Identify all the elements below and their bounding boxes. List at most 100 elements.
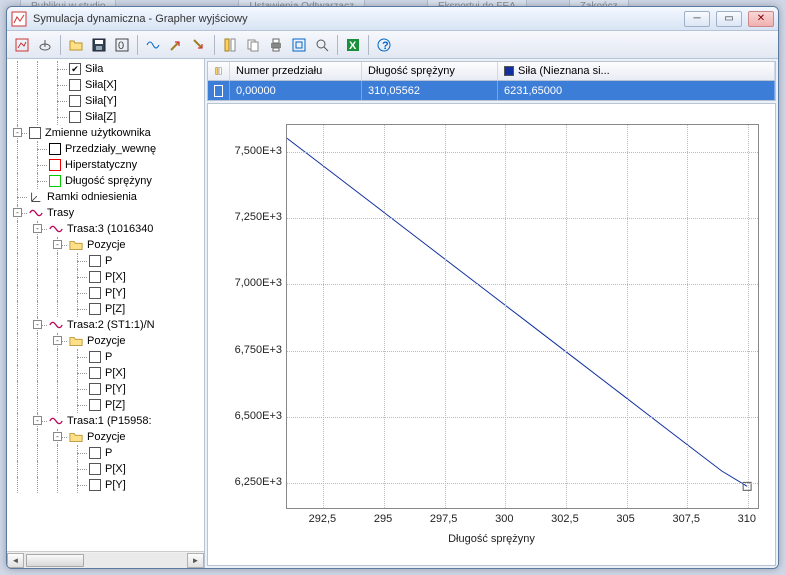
- tree-item[interactable]: P: [9, 349, 202, 365]
- tree-checkbox[interactable]: [89, 287, 101, 299]
- zoom-button[interactable]: [311, 34, 333, 56]
- column-header-3-label: Siła (Nieznana si...: [518, 65, 610, 77]
- scroll-track[interactable]: [24, 553, 187, 568]
- column-header-2[interactable]: Długość sprężyny: [362, 62, 498, 80]
- arrow-out-button[interactable]: [165, 34, 187, 56]
- column-header-3[interactable]: Siła (Nieznana si...: [498, 62, 775, 80]
- tree-expander[interactable]: -: [13, 128, 22, 137]
- y-tick-label: 7,250E+3: [222, 211, 282, 223]
- close-button[interactable]: ✕: [748, 11, 774, 27]
- wave-button[interactable]: [142, 34, 164, 56]
- settings-button[interactable]: [288, 34, 310, 56]
- tree-item[interactable]: -Pozycje: [9, 429, 202, 445]
- tree-checkbox[interactable]: [89, 383, 101, 395]
- scroll-thumb[interactable]: [26, 554, 84, 567]
- select-column-button[interactable]: [219, 34, 241, 56]
- save-button[interactable]: [88, 34, 110, 56]
- chart-area[interactable]: Długość sprężyny 292,5295297,5300302,530…: [207, 103, 776, 566]
- tree-checkbox[interactable]: [69, 63, 81, 75]
- tree-item[interactable]: Siła[Y]: [9, 93, 202, 109]
- arrow-in-button[interactable]: [188, 34, 210, 56]
- tree-item[interactable]: -Trasa:2 (ST1:1)/N: [9, 317, 202, 333]
- open-button[interactable]: [65, 34, 87, 56]
- x-tick-label: 307,5: [672, 513, 700, 525]
- new-plot-button[interactable]: [11, 34, 33, 56]
- tree-checkbox[interactable]: [89, 271, 101, 283]
- print-button[interactable]: [265, 34, 287, 56]
- tree-expander[interactable]: -: [13, 208, 22, 217]
- tree-item[interactable]: Długość sprężyny: [9, 173, 202, 189]
- tree-item-label: Siła[Y]: [83, 95, 117, 107]
- tree-expander[interactable]: -: [33, 224, 42, 233]
- cell-col3: 6231,65000: [498, 81, 775, 100]
- column-header-1[interactable]: Numer przedziału: [230, 62, 362, 80]
- tree-item[interactable]: P[Y]: [9, 285, 202, 301]
- tree-item[interactable]: P: [9, 445, 202, 461]
- tree-expander[interactable]: -: [33, 320, 42, 329]
- data-grid-row-selected[interactable]: 0,00000 310,05562 6231,65000: [207, 81, 776, 101]
- tree-expander[interactable]: -: [33, 416, 42, 425]
- tree-checkbox[interactable]: [89, 447, 101, 459]
- tree-checkbox[interactable]: [49, 175, 61, 187]
- tree-checkbox[interactable]: [89, 255, 101, 267]
- minimize-button[interactable]: ─: [684, 11, 710, 27]
- tree-item[interactable]: -Trasy: [9, 205, 202, 221]
- tree-checkbox[interactable]: [49, 143, 61, 155]
- tree-item[interactable]: P[Z]: [9, 397, 202, 413]
- tree-item[interactable]: Siła[Z]: [9, 109, 202, 125]
- tree-item[interactable]: -Pozycje: [9, 237, 202, 253]
- tree-item-label: P[Y]: [103, 383, 126, 395]
- axes-icon: [29, 190, 43, 204]
- plot-area[interactable]: [286, 124, 759, 509]
- tree-item[interactable]: P[X]: [9, 365, 202, 381]
- tree-item[interactable]: - Trasa:1 (P15958:: [9, 413, 202, 429]
- tree-checkbox[interactable]: [69, 79, 81, 91]
- tree-expander[interactable]: -: [53, 432, 62, 441]
- tree-checkbox[interactable]: [89, 399, 101, 411]
- tree-checkbox[interactable]: [89, 463, 101, 475]
- tree-item[interactable]: Siła: [9, 61, 202, 77]
- reset-button[interactable]: 0: [111, 34, 133, 56]
- tree-item[interactable]: P: [9, 253, 202, 269]
- tree-item[interactable]: P[Z]: [9, 301, 202, 317]
- tree-item[interactable]: -Pozycje: [9, 333, 202, 349]
- tree-item[interactable]: -Trasa:3 (1016340: [9, 221, 202, 237]
- clear-button[interactable]: [34, 34, 56, 56]
- x-axis-label: Długość sprężyny: [216, 533, 767, 545]
- tree-item[interactable]: Ramki odniesienia: [9, 189, 202, 205]
- variable-tree[interactable]: SiłaSiła[X] Siła[Y] Siła[Z]-Zmienne użytko…: [7, 59, 204, 551]
- excel-export-button[interactable]: X: [342, 34, 364, 56]
- scroll-left-button[interactable]: ◄: [7, 553, 24, 568]
- tree-item[interactable]: P[Y]: [9, 477, 202, 493]
- tree-checkbox[interactable]: [69, 95, 81, 107]
- y-tick-label: 6,750E+3: [222, 344, 282, 356]
- tree-item[interactable]: P[X]: [9, 269, 202, 285]
- tree-checkbox[interactable]: [69, 111, 81, 123]
- tree-item-label: Trasa:1 (P15958:: [65, 415, 152, 427]
- tree-item[interactable]: Siła[X]: [9, 77, 202, 93]
- tree-item[interactable]: P[Y]: [9, 381, 202, 397]
- maximize-button[interactable]: ▭: [716, 11, 742, 27]
- folder-icon: [69, 334, 83, 348]
- tree-checkbox[interactable]: [29, 127, 41, 139]
- tree-expander[interactable]: -: [53, 336, 62, 345]
- tree-checkbox[interactable]: [89, 303, 101, 315]
- scroll-right-button[interactable]: ►: [187, 553, 204, 568]
- horizontal-scrollbar[interactable]: ◄ ►: [7, 551, 204, 568]
- tree-item[interactable]: Przedziały_wewnę: [9, 141, 202, 157]
- tree-expander[interactable]: -: [53, 240, 62, 249]
- x-tick-label: 305: [616, 513, 634, 525]
- help-button[interactable]: ?: [373, 34, 395, 56]
- grapher-window: Symulacja dynamiczna - Grapher wyjściowy…: [6, 6, 779, 569]
- wave-icon: [29, 206, 43, 220]
- titlebar[interactable]: Symulacja dynamiczna - Grapher wyjściowy…: [7, 7, 778, 31]
- tree-checkbox[interactable]: [89, 351, 101, 363]
- copy-button[interactable]: [242, 34, 264, 56]
- tree-checkbox[interactable]: [89, 479, 101, 491]
- tree-checkbox[interactable]: [89, 367, 101, 379]
- tree-item[interactable]: Hiperstatyczny: [9, 157, 202, 173]
- tree-checkbox[interactable]: [49, 159, 61, 171]
- tree-item[interactable]: -Zmienne użytkownika: [9, 125, 202, 141]
- row-checkbox[interactable]: [214, 85, 223, 97]
- tree-item[interactable]: P[X]: [9, 461, 202, 477]
